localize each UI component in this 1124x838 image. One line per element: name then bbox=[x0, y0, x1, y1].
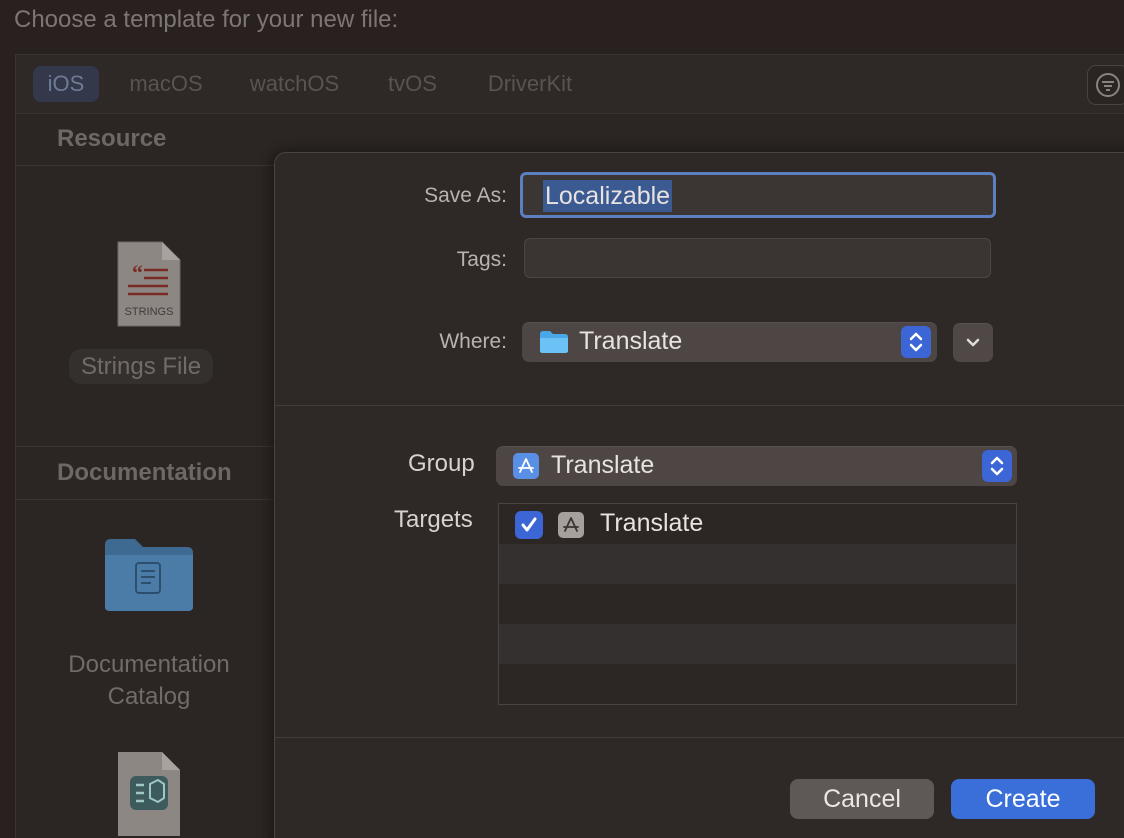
checkmark-icon bbox=[521, 517, 537, 532]
section-header-resource: Resource bbox=[57, 125, 167, 152]
folder-icon[interactable] bbox=[103, 535, 195, 613]
strings-file-icon[interactable]: “ STRINGS bbox=[116, 240, 182, 328]
save-sheet: Save As: Localizable Tags: Where: Transl… bbox=[274, 152, 1124, 838]
expand-location-button[interactable] bbox=[953, 323, 993, 362]
chooser-title: Choose a template for your new file: bbox=[14, 6, 399, 33]
where-label: Where: bbox=[439, 330, 507, 353]
filter-button[interactable] bbox=[1087, 65, 1124, 105]
tags-label: Tags: bbox=[456, 248, 507, 271]
new-file-window: Choose a template for your new file: iOS… bbox=[0, 0, 1124, 838]
list-row-empty bbox=[499, 624, 1016, 664]
strings-icon-text: STRINGS bbox=[124, 306, 174, 318]
app-target-icon bbox=[513, 453, 539, 479]
section-divider bbox=[16, 446, 276, 447]
template-label: Strings File bbox=[69, 349, 214, 384]
tab-watchos[interactable]: watchOS bbox=[242, 66, 347, 102]
template-label-line1: Documentation bbox=[68, 651, 230, 678]
template-documentation-catalog[interactable]: Documentation Catalog bbox=[46, 649, 252, 713]
group-popup[interactable]: Translate bbox=[496, 446, 1017, 486]
list-row-empty bbox=[499, 544, 1016, 584]
chevron-down-icon bbox=[966, 338, 980, 347]
list-row-empty bbox=[499, 664, 1016, 704]
save-as-field[interactable]: Localizable bbox=[520, 172, 996, 218]
popup-stepper bbox=[982, 450, 1012, 482]
document-file-icon[interactable] bbox=[116, 750, 182, 838]
tab-ios[interactable]: iOS bbox=[33, 66, 99, 102]
target-row[interactable]: Translate bbox=[499, 504, 1016, 544]
filter-circle-icon bbox=[1096, 73, 1120, 97]
list-row-empty bbox=[499, 584, 1016, 624]
svg-text:“: “ bbox=[132, 260, 143, 285]
where-value: Translate bbox=[579, 327, 683, 355]
create-button[interactable]: Create bbox=[951, 779, 1095, 819]
tab-macos[interactable]: macOS bbox=[122, 66, 210, 102]
cancel-button[interactable]: Cancel bbox=[790, 779, 934, 819]
template-label-line2: Catalog bbox=[107, 683, 191, 710]
save-as-value: Localizable bbox=[543, 180, 673, 212]
save-as-label: Save As: bbox=[424, 184, 507, 207]
section-divider bbox=[16, 165, 276, 166]
targets-list: Translate bbox=[498, 503, 1017, 705]
tab-driverkit[interactable]: DriverKit bbox=[478, 66, 582, 102]
group-label: Group bbox=[408, 450, 475, 477]
platform-tab-bar: iOS macOS watchOS tvOS DriverKit bbox=[16, 55, 1124, 114]
targets-label: Targets bbox=[394, 506, 473, 533]
where-popup[interactable]: Translate bbox=[522, 322, 937, 362]
popup-stepper bbox=[901, 326, 931, 358]
section-header-documentation: Documentation bbox=[57, 459, 232, 486]
folder-icon bbox=[540, 331, 568, 353]
section-divider bbox=[16, 499, 276, 500]
sheet-divider bbox=[275, 405, 1124, 406]
app-target-icon bbox=[558, 512, 584, 538]
chevron-up-down-icon bbox=[909, 332, 923, 352]
target-checkbox[interactable] bbox=[515, 511, 543, 539]
tags-field[interactable] bbox=[524, 238, 991, 278]
tab-tvos[interactable]: tvOS bbox=[380, 66, 445, 102]
group-value: Translate bbox=[551, 451, 655, 479]
template-strings-file[interactable]: Strings File bbox=[69, 349, 214, 384]
target-name: Translate bbox=[600, 509, 704, 537]
chevron-up-down-icon bbox=[990, 456, 1004, 476]
sheet-divider bbox=[275, 737, 1124, 738]
